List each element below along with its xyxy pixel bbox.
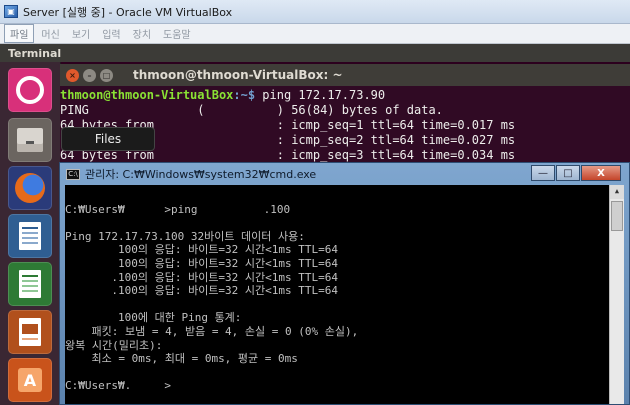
- scrollbar-thumb[interactable]: [611, 201, 623, 231]
- file-cabinet-icon: [17, 128, 43, 152]
- terminal-output[interactable]: thmoon@thmoon-VirtualBox:~$ ping 172.17.…: [60, 86, 630, 166]
- close-button[interactable]: X: [581, 165, 621, 181]
- ubuntu-top-panel: Terminal: [0, 44, 630, 62]
- terminal-line: 64 bytes from : icmp_seq=3 ttl=64 time=0…: [60, 148, 516, 162]
- cmd-scrollbar[interactable]: ▲: [609, 185, 624, 404]
- cmd-line: C:₩Users₩. >: [65, 379, 171, 393]
- menu-devices[interactable]: 장치: [128, 25, 156, 42]
- terminal-prompt-line: thmoon@thmoon-VirtualBox:~$ ping 172.17.…: [60, 88, 630, 103]
- cmd-line: Ping 172.17.73.100 32바이트 데이터 사용:: [65, 229, 305, 243]
- libreoffice-impress-icon[interactable]: [8, 310, 52, 354]
- terminal-command: ping 172.17.73.90: [255, 88, 386, 102]
- active-app-title: Terminal: [8, 46, 62, 60]
- prompt-user: thmoon@thmoon-VirtualBox: [60, 88, 234, 102]
- cmd-line: 100의 응답: 바이트=32 시간<1ms TTL=64: [65, 256, 339, 270]
- dash-home-icon[interactable]: [8, 68, 52, 112]
- cmd-line: .100의 응답: 바이트=32 시간<1ms TTL=64: [65, 270, 339, 284]
- prompt-path: :~$: [233, 88, 256, 102]
- menu-file[interactable]: 파일: [4, 24, 35, 43]
- cmd-window-title: 관리자: C:₩Windows₩system32₩cmd.exe: [85, 168, 317, 181]
- ubuntu-logo-icon: [16, 76, 44, 104]
- menu-input[interactable]: 입력: [97, 25, 125, 42]
- virtualbox-menubar: 파일 머신 보기 입력 장치 도움말: [0, 24, 630, 44]
- document-icon: [19, 222, 41, 250]
- cmd-line: .100의 응답: 바이트=32 시간<1ms TTL=64: [65, 284, 339, 298]
- virtualbox-app-icon: ▣: [4, 5, 18, 18]
- maximize-button[interactable]: □: [556, 165, 580, 181]
- minimize-icon[interactable]: –: [83, 68, 96, 82]
- unity-launcher: A: [0, 62, 61, 405]
- cmd-window: C:\ 관리자: C:₩Windows₩system32₩cmd.exe — □…: [59, 162, 630, 405]
- libreoffice-calc-icon[interactable]: [8, 262, 52, 306]
- menu-view[interactable]: 보기: [67, 25, 95, 42]
- cmd-output[interactable]: C:₩Users₩ >ping .100 Ping 172.17.73.100 …: [65, 185, 624, 404]
- scroll-up-icon[interactable]: ▲: [610, 185, 624, 199]
- firefox-logo-icon: [15, 173, 45, 203]
- files-icon[interactable]: [8, 118, 52, 162]
- menu-machine[interactable]: 머신: [36, 25, 64, 42]
- terminal-line: PING ( ) 56(84) bytes of data.: [60, 103, 443, 117]
- menu-help[interactable]: 도움말: [158, 25, 196, 42]
- virtualbox-titlebar: ▣ Server [실행 중] - Oracle VM VirtualBox: [0, 0, 630, 24]
- cmd-line: 패킷: 보냄 = 4, 받음 = 4, 손실 = 0 (0% 손실),: [65, 324, 359, 338]
- minimize-button[interactable]: —: [531, 165, 555, 181]
- console-icon: C:\: [66, 168, 80, 180]
- terminal-titlebar[interactable]: × – □ thmoon@thmoon-VirtualBox: ~: [60, 64, 630, 86]
- cmd-line: [65, 216, 624, 230]
- software-center-icon[interactable]: A: [8, 358, 52, 402]
- terminal-window-title: thmoon@thmoon-VirtualBox: ~: [133, 68, 343, 82]
- cmd-titlebar[interactable]: C:\ 관리자: C:₩Windows₩system32₩cmd.exe — □…: [60, 163, 629, 185]
- cmd-line: [65, 298, 624, 312]
- maximize-icon[interactable]: □: [100, 68, 113, 82]
- cmd-line: 최소 = 0ms, 최대 = 0ms, 평균 = 0ms: [65, 352, 298, 366]
- files-tooltip: Files: [62, 128, 154, 150]
- cmd-line: 100에 대한 Ping 통계:: [65, 311, 242, 325]
- cmd-line: [65, 189, 624, 203]
- cmd-line: [65, 366, 624, 380]
- firefox-icon[interactable]: [8, 166, 52, 210]
- cmd-line: C:₩Users₩ >ping .100: [65, 202, 291, 216]
- virtualbox-window-title: Server [실행 중] - Oracle VM VirtualBox: [23, 5, 233, 19]
- spreadsheet-icon: [19, 270, 41, 298]
- shopping-bag-icon: A: [18, 368, 42, 392]
- presentation-icon: [19, 318, 41, 346]
- close-icon[interactable]: ×: [66, 68, 79, 82]
- cmd-line: 100의 응답: 바이트=32 시간<1ms TTL=64: [65, 243, 339, 257]
- cmd-window-controls: — □ X: [530, 165, 621, 181]
- libreoffice-writer-icon[interactable]: [8, 214, 52, 258]
- cmd-line: 왕복 시간(밀리초):: [65, 338, 163, 352]
